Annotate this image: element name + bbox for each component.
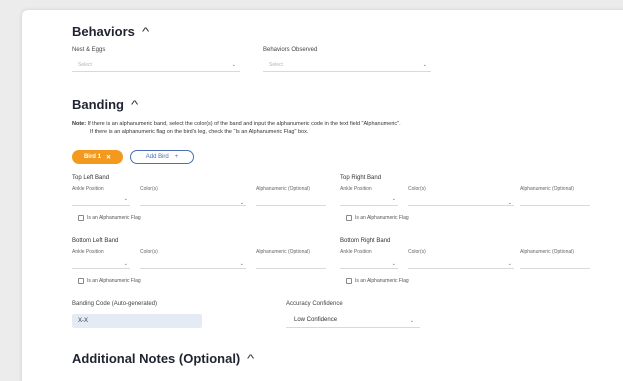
alphanumeric-input[interactable] [256,194,326,206]
checkbox-box[interactable] [346,215,352,221]
nest-eggs-placeholder: Select [78,62,92,68]
alphanumeric-label: Alphanumeric (Optional) [520,249,574,255]
ankle-position-label: Ankle Position [340,186,372,192]
select-underline [340,268,398,269]
select-underline [286,327,420,328]
chevron-down-icon: ⌄ [123,196,128,202]
alphanumeric-flag-checkbox[interactable]: Is an Alphanumeric Flag [346,278,409,284]
alphanumeric-input[interactable] [520,194,590,206]
colors-select[interactable]: ⌄ [408,257,514,269]
select-underline [72,268,130,269]
chevron-down-icon: ⌄ [391,261,396,267]
select-underline [140,205,246,206]
colors-label: Color(s) [408,249,426,255]
close-icon[interactable]: ✕ [106,154,111,161]
banding-note-line2: If there is an alphanumeric flag on the … [90,129,309,135]
chevron-up-icon[interactable]: ^ [142,26,149,38]
checkbox-box[interactable] [78,278,84,284]
plus-icon: + [174,154,179,160]
form-card: Behaviors ^ Nest & Eggs Select ⌄ Behavio… [22,10,623,381]
alphanumeric-flag-checkbox[interactable]: Is an Alphanumeric Flag [78,215,141,221]
banding-code-label: Banding Code (Auto-generated) [72,301,158,307]
note-text-1: If there is an alphanumeric band, select… [87,121,401,127]
input-underline [256,268,326,269]
flag-label: Is an Alphanumeric Flag [355,215,409,221]
checkbox-box[interactable] [78,215,84,221]
behaviors-header[interactable]: Behaviors ^ [72,24,149,39]
colors-select[interactable]: ⌄ [140,194,246,206]
note-prefix: Note: [72,121,87,127]
chevron-down-icon: ⌄ [391,196,396,202]
chevron-down-icon: ⌄ [239,261,244,267]
add-bird-label: Add Bird [145,154,169,160]
banding-code-value: X-X [78,318,89,324]
ankle-position-select[interactable]: ⌄ [72,257,130,269]
select-underline [140,268,246,269]
banding-header[interactable]: Banding ^ [72,97,138,112]
nest-eggs-label: Nest & Eggs [72,47,106,53]
ankle-position-select[interactable]: ⌄ [340,257,398,269]
chevron-down-icon: ⌄ [507,261,512,267]
alphanumeric-input[interactable] [520,257,590,269]
colors-label: Color(s) [140,186,158,192]
chevron-down-icon: ⌄ [123,261,128,267]
nest-eggs-select[interactable]: Select ⌄ [72,58,240,72]
input-underline [520,268,590,269]
additional-notes-title: Additional Notes (Optional) [72,351,241,366]
chevron-down-icon: ⌄ [231,62,236,68]
alphanumeric-label: Alphanumeric (Optional) [520,186,574,192]
banding-note-line1: Note: If there is an alphanumeric band, … [72,120,401,128]
banding-code-field: X-X [72,314,202,328]
select-underline [72,71,240,72]
bottom-right-band-title: Bottom Right Band [340,238,391,244]
select-underline [263,71,431,72]
flag-label: Is an Alphanumeric Flag [355,278,409,284]
select-underline [408,268,514,269]
top-right-band-title: Top Right Band [340,175,382,181]
chevron-up-icon[interactable]: ^ [131,99,138,111]
colors-select[interactable]: ⌄ [140,257,246,269]
checkbox-box[interactable] [346,278,352,284]
ankle-position-label: Ankle Position [340,249,372,255]
alphanumeric-label: Alphanumeric (Optional) [256,186,310,192]
select-underline [72,205,130,206]
alphanumeric-label: Alphanumeric (Optional) [256,249,310,255]
bird-tab-active[interactable]: Bird 1 ✕ [72,150,123,164]
behaviors-title: Behaviors [72,24,135,39]
input-underline [256,205,326,206]
accuracy-confidence-label: Accuracy Confidence [286,301,343,307]
alphanumeric-flag-checkbox[interactable]: Is an Alphanumeric Flag [346,215,409,221]
alphanumeric-flag-checkbox[interactable]: Is an Alphanumeric Flag [78,278,141,284]
behaviors-observed-placeholder: Select [269,62,283,68]
behaviors-observed-select[interactable]: Select ⌄ [263,58,431,72]
flag-label: Is an Alphanumeric Flag [87,215,141,221]
bottom-left-band-title: Bottom Left Band [72,238,119,244]
chevron-down-icon: ⌄ [409,318,414,324]
colors-label: Color(s) [408,186,426,192]
ankle-position-label: Ankle Position [72,186,104,192]
chevron-up-icon[interactable]: ^ [247,353,254,365]
accuracy-confidence-value: Low Confidence [294,317,338,323]
add-bird-button[interactable]: Add Bird + [130,150,194,164]
ankle-position-select[interactable]: ⌄ [72,194,130,206]
top-left-band-title: Top Left Band [72,175,110,181]
accuracy-confidence-select[interactable]: Low Confidence ⌄ [286,313,420,328]
chevron-down-icon: ⌄ [422,62,427,68]
ankle-position-select[interactable]: ⌄ [340,194,398,206]
select-underline [340,205,398,206]
behaviors-observed-label: Behaviors Observed [263,47,318,53]
ankle-position-label: Ankle Position [72,249,104,255]
additional-notes-header[interactable]: Additional Notes (Optional) ^ [72,351,254,366]
colors-label: Color(s) [140,249,158,255]
select-underline [408,205,514,206]
flag-label: Is an Alphanumeric Flag [87,278,141,284]
input-underline [520,205,590,206]
banding-title: Banding [72,97,124,112]
colors-select[interactable]: ⌄ [408,194,514,206]
bird-tab-label: Bird 1 [83,154,101,160]
alphanumeric-input[interactable] [256,257,326,269]
